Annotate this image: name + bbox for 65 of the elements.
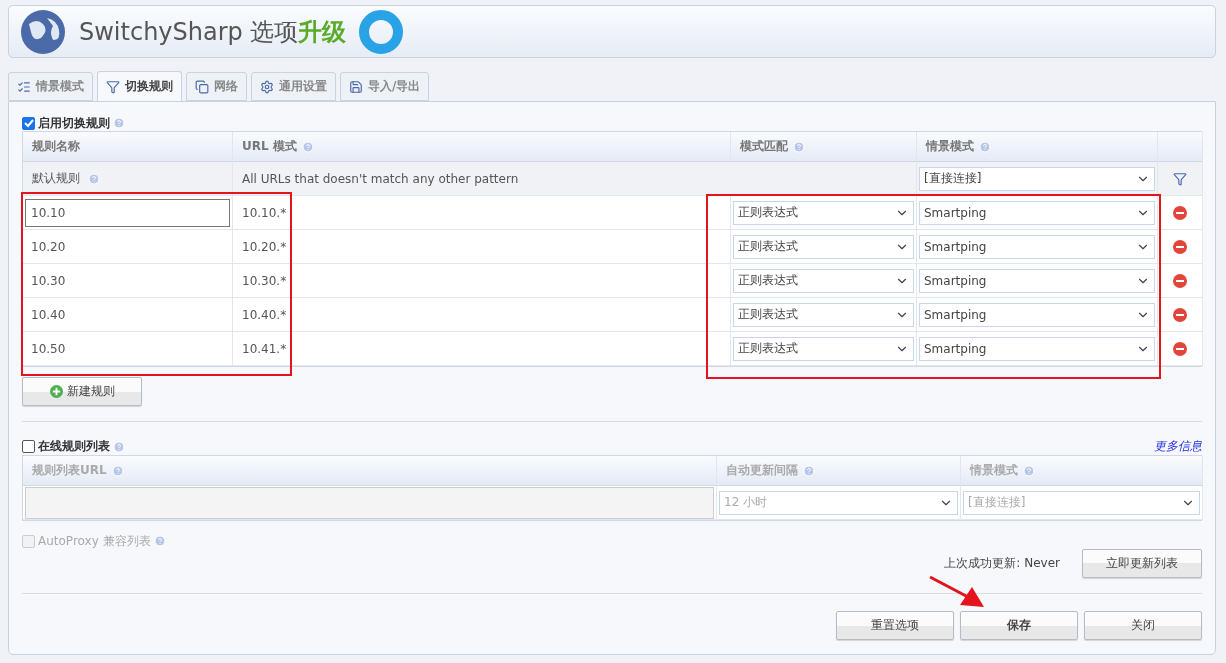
remove-icon[interactable] [1173,341,1187,356]
page-title: SwitchySharp 选项升级 [79,16,347,48]
tab-icon [17,79,31,94]
checkbox-label: 在线规则列表 [38,438,110,455]
match-select[interactable]: 正则表达式 [733,234,914,259]
more-info-link[interactable]: 更多信息 [1154,438,1202,455]
checkbox[interactable] [22,440,35,453]
ring-icon [358,8,405,55]
profile-select[interactable]: Smartping [919,336,1155,361]
help-icon[interactable] [113,440,125,453]
help-icon[interactable] [793,140,805,153]
footer-button[interactable]: 保存 [960,611,1078,640]
footer-button[interactable]: 关闭 [1084,611,1202,640]
remove-icon[interactable] [1173,307,1187,322]
help-icon[interactable] [153,535,166,547]
profile-select[interactable]: [直接连接] [919,166,1155,191]
plus-icon [49,385,63,398]
help-icon[interactable] [111,464,124,477]
globe-icon [19,7,67,56]
tab-icon [349,79,363,94]
column-header: 自动更新间隔 [717,456,961,486]
checkbox[interactable] [22,116,35,130]
table-cell-text: 10.20.* [241,239,287,254]
name-field[interactable]: 10.10 [25,198,230,227]
table-cell-text: 10.40.* [241,307,287,322]
new-rule-button[interactable]: 新建规则 [22,377,142,406]
table-cell-text: 10.30.* [241,273,287,288]
update-list-button[interactable]: 立即更新列表 [1082,549,1202,578]
profile-select[interactable]: Smartping [919,200,1155,225]
column-header: 规则列表URL [23,456,717,486]
column-header: URL 模式 [233,132,731,162]
column-header: 规则名称 [23,132,233,162]
match-select[interactable]: 正则表达式 [733,200,914,225]
help-icon[interactable] [979,140,991,153]
tab-icon [195,79,209,94]
column-header: 情景模式 [961,456,1203,486]
checkbox-label: 启用切换规则 [38,114,110,132]
table-cell-text: All URLs that doesn't match any other pattern [241,171,519,186]
checkbox-label: AutoProxy 兼容列表 [38,532,151,550]
tab[interactable]: 切换规则 [97,71,182,101]
table-cell-text: 10.10.* [241,205,287,220]
profile-select[interactable]: Smartping [919,268,1155,293]
profile-select[interactable]: Smartping [919,234,1155,259]
remove-icon[interactable] [1173,273,1187,288]
table-cell-text: 默认规则 [31,170,80,187]
match-select[interactable]: 正则表达式 [733,336,914,361]
last-update-text: 上次成功更新: Never [944,555,1060,572]
remove-icon[interactable] [1173,205,1187,220]
help-icon[interactable] [113,117,125,129]
footer-button[interactable]: 重置选项 [836,611,954,640]
remove-icon[interactable] [1173,239,1187,254]
filter-icon[interactable] [1173,171,1187,186]
tab-icon [106,79,120,94]
table-cell-text: 10.41.* [241,341,287,356]
help-icon[interactable] [803,464,815,477]
help-icon[interactable] [87,172,100,185]
help-icon[interactable] [301,140,314,153]
pointer-arrow [928,575,986,609]
match-select[interactable]: 正则表达式 [733,302,914,327]
help-icon[interactable] [1023,464,1035,477]
profile-select[interactable]: Smartping [919,302,1155,327]
match-select[interactable]: 正则表达式 [733,268,914,293]
column-header: 模式匹配 [731,132,917,162]
tab-icon [260,79,274,94]
column-header: 情景模式 [917,132,1158,162]
